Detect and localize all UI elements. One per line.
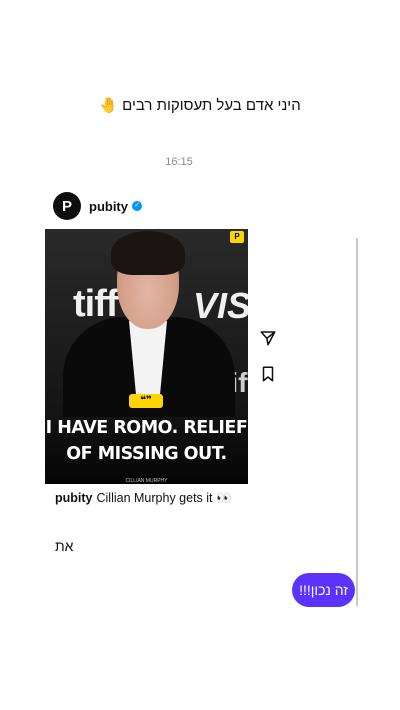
caption-username[interactable]: pubity bbox=[55, 491, 93, 505]
image-quote-badge: ❝❞ bbox=[129, 394, 163, 408]
post-caption: pubity Cillian Murphy gets it 👀 bbox=[55, 491, 232, 506]
post-username[interactable]: pubity bbox=[89, 199, 128, 214]
shared-post-header[interactable]: P pubity ✓ bbox=[53, 190, 142, 222]
image-logo-visa: VISA bbox=[193, 285, 248, 326]
scrollbar[interactable] bbox=[356, 238, 358, 606]
image-headline: I HAVE ROMO. RELIEF OF MISSING OUT. bbox=[45, 415, 248, 467]
bookmark-icon[interactable] bbox=[259, 365, 277, 383]
headline-line-2: OF MISSING OUT. bbox=[66, 444, 227, 464]
shared-post-image[interactable]: tiff VISA tiff P ❝❞ I HAVE ROMO. RELIEF … bbox=[45, 229, 248, 484]
image-corner-badge: P bbox=[230, 231, 244, 243]
headline-line-1: I HAVE ROMO. RELIEF bbox=[45, 418, 248, 438]
image-person-hair bbox=[111, 231, 185, 275]
share-icon[interactable] bbox=[259, 329, 277, 347]
sent-message-bubble[interactable]: זה נכון!!! bbox=[292, 573, 355, 607]
avatar[interactable]: P bbox=[53, 192, 81, 220]
message-timestamp: 16:15 bbox=[165, 156, 193, 168]
received-message: את bbox=[55, 538, 74, 554]
verified-badge-icon: ✓ bbox=[132, 201, 142, 211]
image-credit: CILLIAN MURPHY bbox=[125, 478, 168, 484]
profile-bio: היני אדם בעל תעסוקות רבים 🤚 bbox=[99, 97, 301, 114]
caption-text: Cillian Murphy gets it 👀 bbox=[96, 491, 232, 505]
